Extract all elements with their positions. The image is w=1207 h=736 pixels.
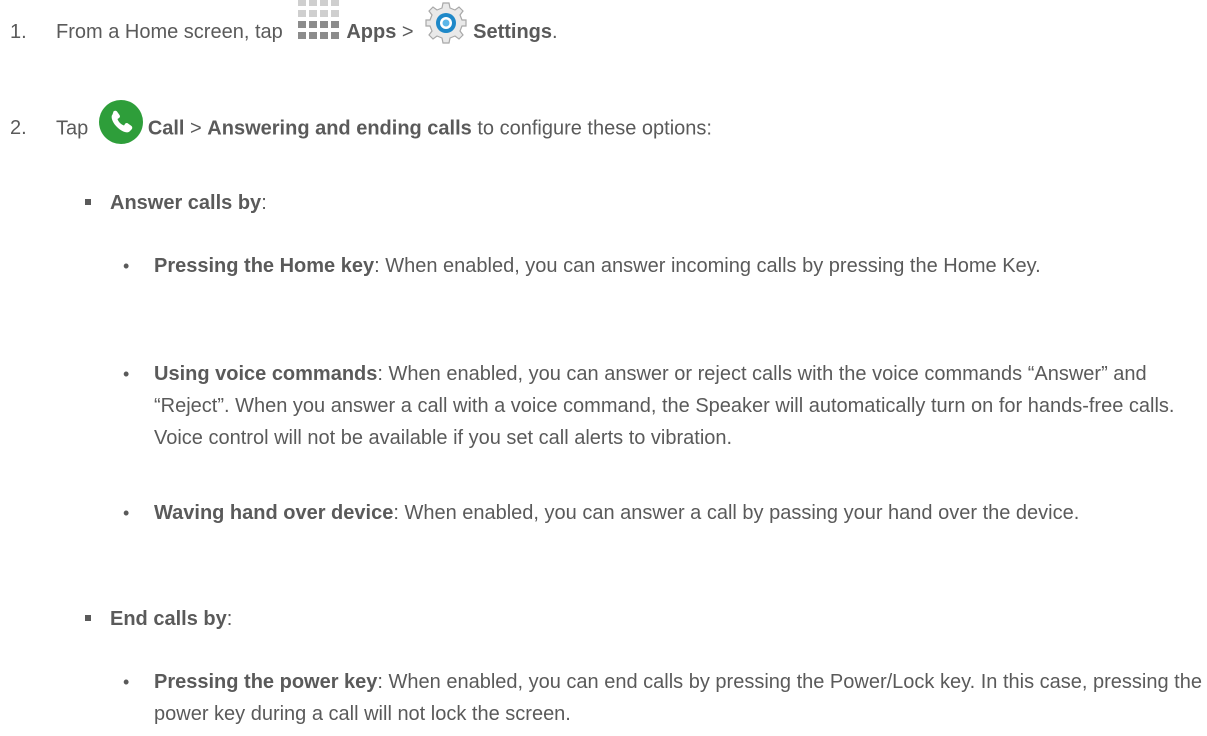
- apps-grid-icon: [290, 0, 342, 47]
- end-heading-label: End calls by: [110, 608, 227, 630]
- bullet-dot: •: [123, 364, 130, 384]
- answer-heading-label: Answer calls by: [110, 192, 262, 214]
- bullet-dot: •: [123, 256, 130, 276]
- apps-label: Apps: [346, 21, 397, 43]
- answering-label: Answering and ending calls: [207, 117, 472, 140]
- bullet-dot: •: [123, 503, 130, 523]
- item-term: Pressing the power key: [154, 671, 378, 693]
- step-number: 2.: [10, 117, 27, 140]
- bullet-dot: •: [123, 672, 130, 692]
- list-item-text: Using voice commands: When enabled, you …: [154, 358, 1204, 454]
- settings-gear-icon: [423, 0, 469, 46]
- phone-icon: [98, 99, 144, 145]
- step-text-end: .: [552, 21, 558, 43]
- answer-calls-heading: Answer calls by:: [85, 189, 267, 217]
- step-number: 1.: [10, 21, 27, 43]
- item-term: Waving hand over device: [154, 502, 394, 524]
- document: 1. From a Home screen, tap Apps > Settin…: [0, 0, 1207, 736]
- item-desc: : When enabled, you can answer incoming …: [374, 255, 1041, 277]
- item-term: Using voice commands: [154, 363, 378, 385]
- square-bullet-icon: [85, 615, 91, 622]
- list-item-text: Pressing the Home key: When enabled, you…: [154, 250, 1204, 282]
- item-term: Pressing the Home key: [154, 255, 375, 277]
- list-item-text: Pressing the power key: When enabled, yo…: [154, 666, 1204, 730]
- step-text-end: to configure these options:: [471, 117, 712, 140]
- settings-label: Settings: [473, 21, 553, 43]
- call-label: Call: [147, 117, 185, 140]
- step-1: 1. From a Home screen, tap Apps > Settin…: [10, 0, 558, 47]
- separator: >: [184, 117, 208, 140]
- step-2: 2. Tap Call > Answering and ending calls …: [10, 100, 712, 145]
- colon: :: [226, 608, 233, 630]
- end-calls-heading: End calls by:: [85, 605, 232, 633]
- list-item-text: Waving hand over device: When enabled, y…: [154, 497, 1204, 529]
- step-text: Tap: [56, 117, 94, 140]
- separator: >: [396, 21, 420, 43]
- step-text: From a Home screen, tap: [56, 21, 289, 43]
- colon: :: [261, 192, 267, 214]
- square-bullet-icon: [85, 199, 91, 206]
- item-desc: : When enabled, you can answer a call by…: [393, 502, 1080, 524]
